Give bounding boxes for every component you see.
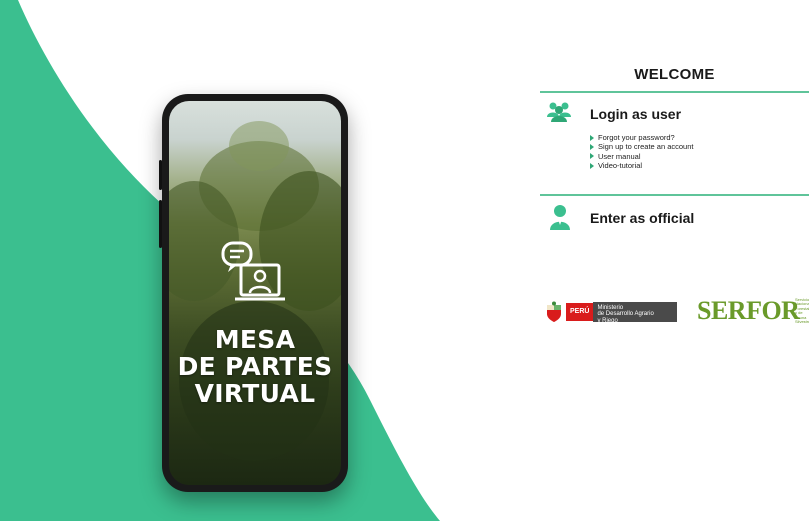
bullet-arrow-icon — [590, 143, 594, 150]
welcome-heading: WELCOME — [634, 66, 715, 83]
bullet-arrow-icon — [590, 162, 594, 169]
link-user-manual[interactable]: User manual — [590, 152, 693, 161]
chat-user-screen-icon — [221, 241, 285, 301]
phone-title-line-3: VIRTUAL — [194, 379, 316, 408]
ministry-label: Ministerio de Desarrollo Agrario y Riego — [593, 302, 678, 324]
peru-crest-icon — [547, 301, 561, 322]
user-official-icon[interactable] — [549, 204, 571, 230]
serfor-logo: SERFOR — [697, 296, 800, 325]
link-video-tutorial[interactable]: Video-tutorial — [590, 161, 693, 170]
bullet-arrow-icon — [590, 153, 594, 160]
link-forgot-password[interactable]: Forgot your password? — [590, 133, 693, 142]
hero-panel: MESA DE PARTES VIRTUAL — [0, 0, 440, 521]
divider-top — [540, 91, 809, 93]
serfor-subtitle: Servicio Nacional Forestal y de Fauna Si… — [795, 298, 809, 325]
bullet-arrow-icon — [590, 134, 594, 141]
divider-middle — [540, 194, 809, 196]
minagri-logo: PERÚ Ministerio de Desarrollo Agrario y … — [545, 299, 678, 325]
phone-mockup: MESA DE PARTES VIRTUAL — [159, 94, 348, 492]
peru-label: PERÚ — [566, 303, 594, 321]
link-sign-up[interactable]: Sign up to create an account — [590, 142, 693, 151]
phone-screen: MESA DE PARTES VIRTUAL — [169, 101, 341, 485]
user-links-list: Forgot your password? Sign up to create … — [590, 133, 693, 170]
login-user-title[interactable]: Login as user — [590, 106, 681, 122]
phone-title-line-1: MESA — [214, 325, 296, 354]
phone-title-line-2: DE PARTES — [177, 352, 333, 381]
official-login-title[interactable]: Enter as official — [590, 210, 694, 226]
users-group-icon[interactable] — [546, 100, 572, 122]
